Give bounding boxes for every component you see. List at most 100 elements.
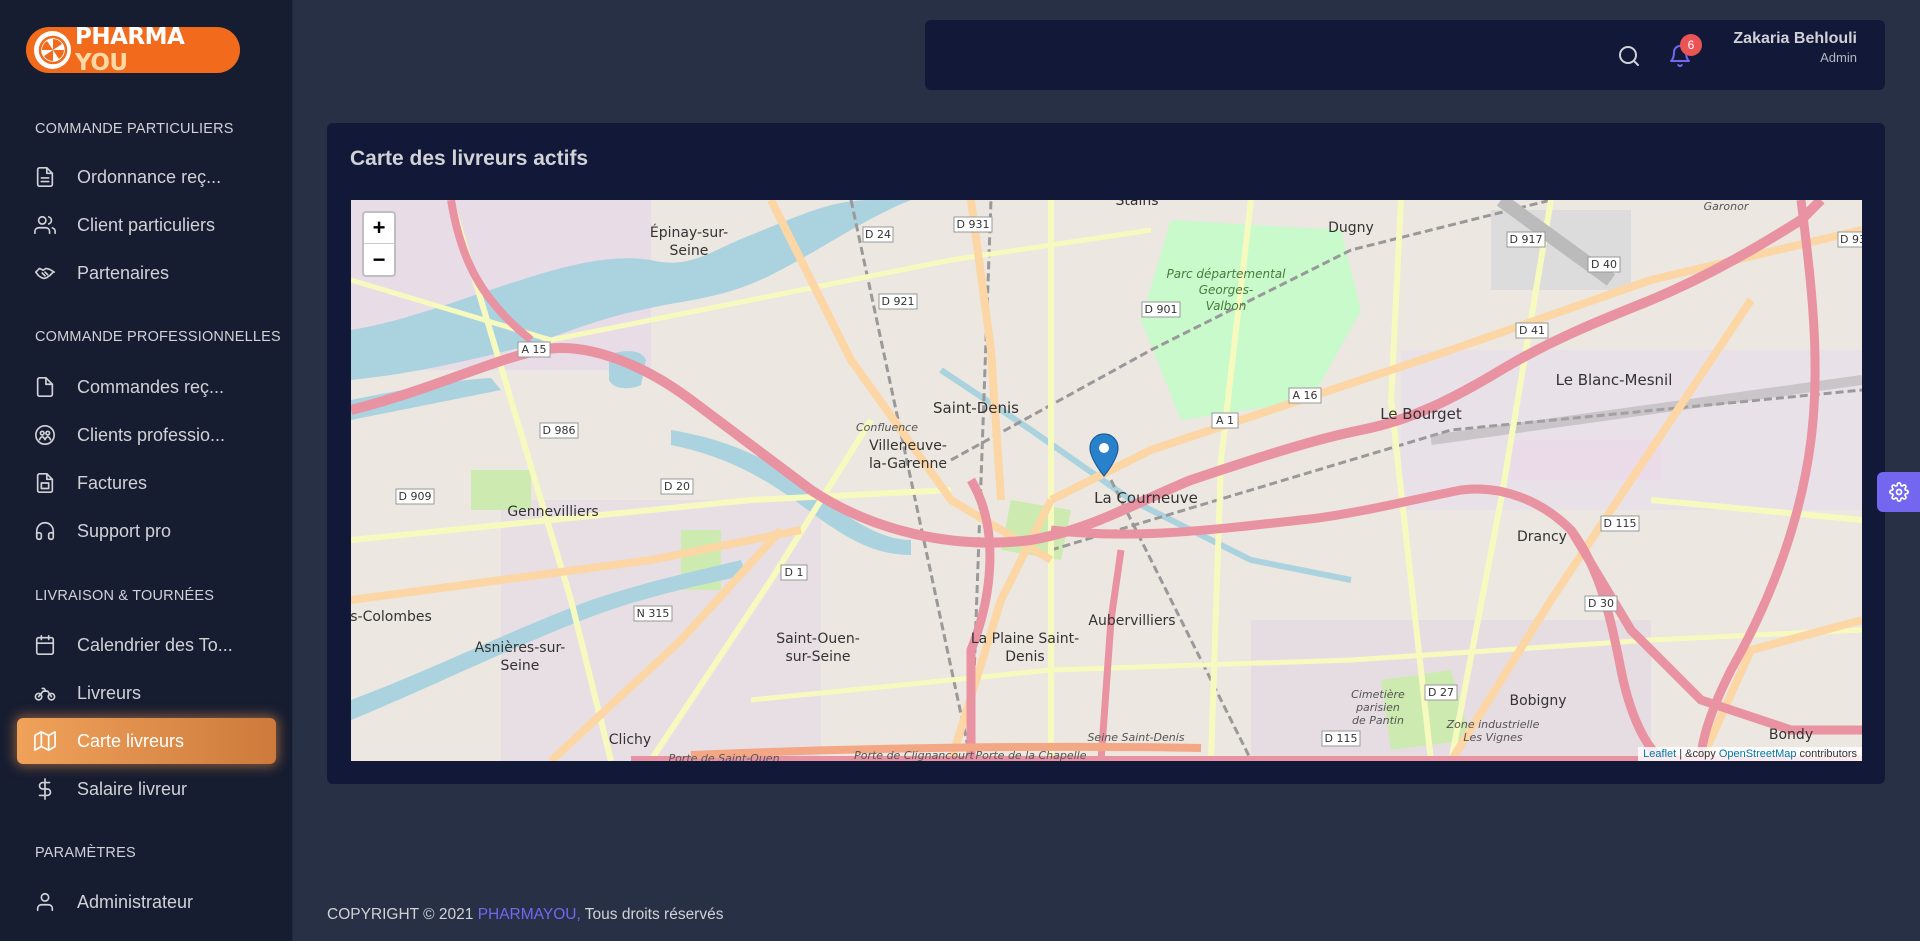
sidebar-item-client-particuliers[interactable]: Client particuliers — [17, 202, 276, 248]
file-icon — [33, 375, 57, 399]
sidebar-item-label: Partenaires — [77, 262, 170, 283]
svg-text:D 24: D 24 — [865, 228, 891, 241]
road-shield: D 41 — [1515, 322, 1549, 339]
svg-text:D 986: D 986 — [543, 424, 576, 437]
search-icon[interactable] — [1617, 44, 1641, 68]
footer-brand-link[interactable]: PHARMAYOU, — [478, 906, 581, 923]
sidebar: PHARMA YOU COMMANDE PARTICULIERS Ordonna… — [0, 0, 293, 941]
svg-text:A 1: A 1 — [1216, 414, 1234, 427]
sidebar-item-factures[interactable]: Factures — [17, 460, 276, 506]
gear-icon — [1888, 482, 1909, 502]
zoom-out-button[interactable]: − — [364, 244, 394, 275]
svg-text:N 315: N 315 — [637, 607, 670, 620]
svg-text:D 901: D 901 — [1145, 303, 1178, 316]
park-label: Parc départemental — [1167, 267, 1287, 281]
place-label: Saint-Ouen- — [776, 631, 860, 647]
leaflet-link[interactable]: Leaflet — [1643, 748, 1676, 760]
road-shield: D 901 — [1141, 301, 1181, 318]
sidebar-item-partenaires[interactable]: Partenaires — [17, 250, 276, 296]
road-shield: D 24 — [862, 226, 894, 243]
sidebar-item-livreurs[interactable]: Livreurs — [17, 670, 276, 716]
handshake-icon — [33, 261, 57, 285]
place-label: Porte de Saint-Ouen — [668, 752, 779, 761]
active-drivers-card: Carte des livreurs actifs Stains Dugny É… — [327, 123, 1885, 784]
sidebar-item-salaire-livreur[interactable]: Salaire livreur — [17, 766, 276, 812]
sidebar-item-administrateur[interactable]: Administrateur — [17, 879, 276, 925]
svg-text:D 40: D 40 — [1591, 258, 1617, 271]
invoice-icon — [33, 471, 57, 495]
section-livraison-tournees: LIVRAISON & TOURNÉES — [35, 588, 215, 604]
place-label: Garonor — [1704, 200, 1750, 213]
svg-text:D 931: D 931 — [957, 218, 990, 231]
pharmayou-logo[interactable]: PHARMA YOU — [26, 24, 240, 76]
place-label: Zone industrielle — [1446, 718, 1540, 731]
place-label: s-Colombes — [351, 609, 432, 625]
attribution-separator: | &copy — [1676, 748, 1719, 760]
svg-text:D 20: D 20 — [664, 480, 690, 493]
section-parametres: PARAMÈTRES — [35, 845, 136, 861]
driver-location-marker-icon[interactable] — [1089, 433, 1119, 477]
zoom-in-button[interactable]: + — [364, 213, 394, 244]
osm-link[interactable]: OpenStreetMap — [1719, 748, 1797, 760]
place-label: Asnières-sur- — [475, 640, 566, 656]
sidebar-item-support-pro[interactable]: Support pro — [17, 508, 276, 554]
place-label: de Pantin — [1352, 714, 1404, 727]
sidebar-item-label: Salaire livreur — [77, 778, 188, 799]
place-label: Villeneuve- — [869, 438, 947, 454]
road-shield: A 16 — [1288, 387, 1322, 404]
calendar-icon — [33, 633, 57, 657]
svg-text:D 115: D 115 — [1604, 517, 1637, 530]
road-shield: D 93 — [1837, 231, 1862, 248]
customizer-toggle[interactable] — [1877, 472, 1920, 512]
map-icon — [33, 729, 57, 753]
logo-text: PHARMA YOU — [75, 24, 185, 76]
users-circle-icon — [33, 423, 57, 447]
dollar-icon — [33, 777, 57, 801]
footer-rights: Tous droits réservés — [580, 906, 724, 923]
road-shield: D 40 — [1587, 256, 1621, 273]
svg-text:D 115: D 115 — [1325, 732, 1358, 745]
place-label: Le Bourget — [1380, 405, 1462, 423]
svg-text:D 93: D 93 — [1840, 233, 1862, 246]
sidebar-item-label: Calendrier des To... — [77, 634, 233, 655]
svg-text:D 41: D 41 — [1519, 324, 1545, 337]
place-label: la-Garenne — [869, 456, 947, 472]
user-icon — [33, 890, 57, 914]
road-shield: D 917 — [1506, 231, 1546, 248]
sidebar-item-label: Factures — [77, 472, 148, 493]
section-commande-particuliers: COMMANDE PARTICULIERS — [35, 121, 234, 137]
user-name[interactable]: Zakaria Behlouli — [1733, 30, 1857, 48]
park-label: Valbon — [1206, 299, 1247, 313]
park-label: Georges- — [1199, 283, 1254, 297]
road-shield: D 27 — [1424, 684, 1458, 701]
place-label: Clichy — [609, 732, 651, 748]
sidebar-item-label: Support pro — [77, 520, 172, 541]
sidebar-item-calendrier[interactable]: Calendrier des To... — [17, 622, 276, 668]
place-label: La Plaine Saint- — [971, 631, 1079, 647]
sidebar-item-label: Administrateur — [77, 891, 194, 912]
svg-text:D 30: D 30 — [1588, 597, 1614, 610]
road-shield: D 115 — [1600, 515, 1640, 532]
users-icon — [33, 213, 57, 237]
sidebar-item-commandes-recues[interactable]: Commandes reç... — [17, 364, 276, 410]
footer-copyright: COPYRIGHT © 2021 — [327, 906, 478, 923]
sidebar-item-label: Carte livreurs — [77, 730, 185, 751]
sidebar-item-carte-livreurs[interactable]: Carte livreurs — [17, 718, 276, 764]
logo-emblem-icon — [34, 31, 72, 69]
place-label: Aubervilliers — [1088, 613, 1175, 629]
place-label: Stains — [1115, 200, 1158, 209]
drivers-map[interactable]: Stains Dugny Épinay-sur- Seine Villeneuv… — [351, 200, 1862, 761]
svg-text:A 15: A 15 — [521, 343, 546, 356]
road-shield: D 30 — [1584, 595, 1618, 612]
map-labels: Stains Dugny Épinay-sur- Seine Villeneuv… — [351, 200, 1862, 761]
section-commande-professionnelles: COMMANDE PROFESSIONNELLES — [35, 329, 281, 345]
place-label: Porte de Clignancourt — [854, 749, 974, 761]
place-label: Saint-Denis — [933, 399, 1019, 417]
svg-text:D 909: D 909 — [399, 490, 432, 503]
place-label: Seine Saint-Denis — [1087, 731, 1184, 744]
place-label: sur-Seine — [786, 649, 851, 665]
sidebar-item-ordonnances[interactable]: Ordonnance reç... — [17, 154, 276, 200]
sidebar-item-clients-professionnels[interactable]: Clients professio... — [17, 412, 276, 458]
card-title: Carte des livreurs actifs — [350, 147, 589, 170]
footer: COPYRIGHT © 2021 PHARMAYOU, Tous droits … — [327, 906, 723, 924]
